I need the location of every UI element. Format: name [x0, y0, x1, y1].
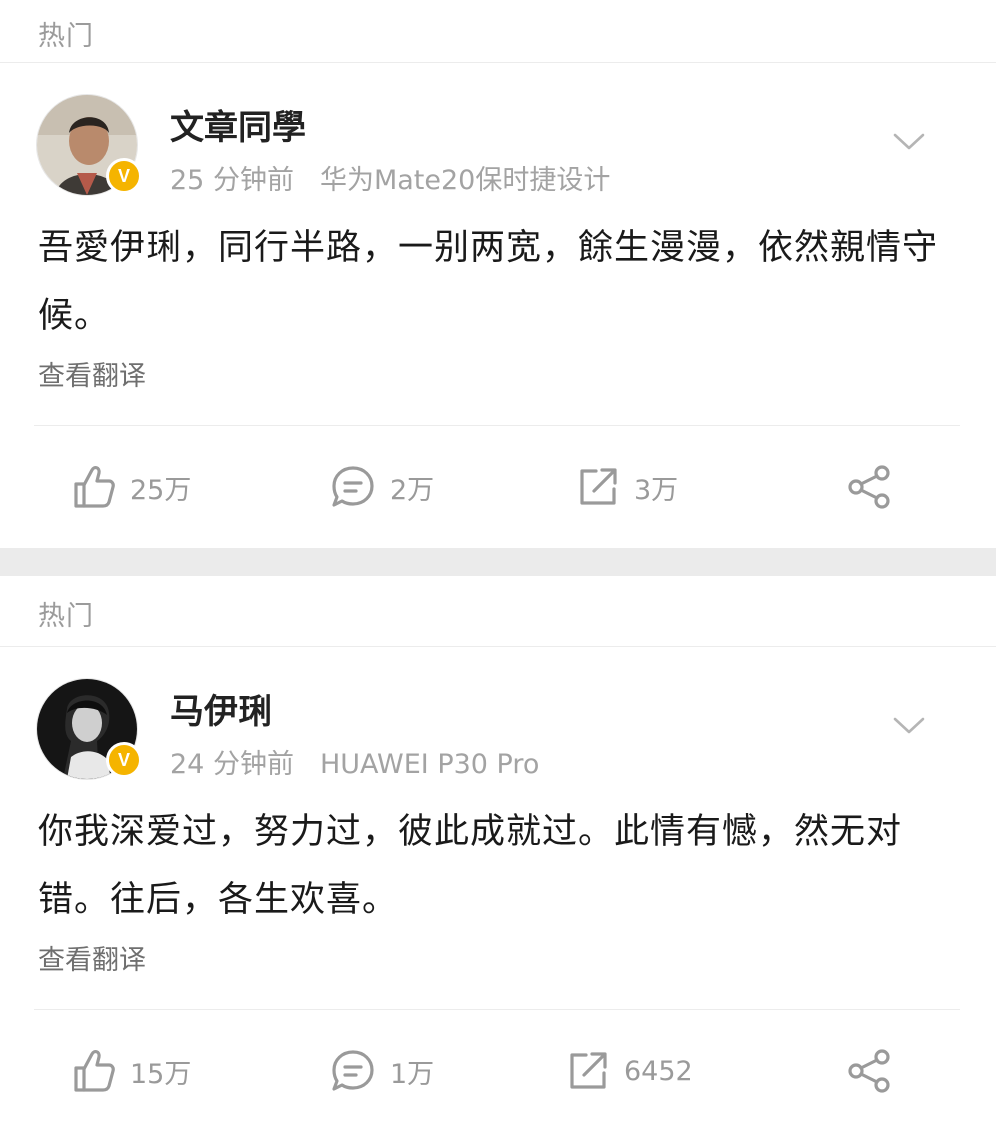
section-label-hot: 热门 — [38, 21, 94, 52]
comment-count: 2万 — [390, 474, 435, 506]
repost-icon — [570, 1052, 607, 1089]
post-device: 华为Mate20保时捷设计 — [319, 165, 611, 196]
weibo-feed: 热门 V 文章同學 25 分钟前 华为Mate20保时捷设计 吾愛伊琍，同行半路… — [0, 0, 996, 1137]
post-device: HUAWEI P30 Pro — [319, 749, 540, 780]
share-button[interactable] — [846, 462, 894, 512]
section-label-hot: 热门 — [38, 601, 94, 632]
like-button[interactable]: 25万 — [72, 462, 191, 512]
like-count: 15万 — [130, 1058, 192, 1090]
share-icon — [848, 1049, 890, 1093]
share-icon — [848, 465, 890, 509]
post-card: 热门 V 文章同學 25 分钟前 华为Mate20保时捷设计 吾愛伊琍，同行半路… — [0, 0, 996, 548]
post-text: 你我深爱过，努力过，彼此成就过。此情有憾，然无对错。往后，各生欢喜。 — [38, 812, 903, 920]
more-options-button[interactable] — [888, 710, 930, 742]
comment-icon — [332, 1050, 374, 1091]
chevron-down-icon — [893, 133, 925, 150]
repost-count: 6452 — [624, 1055, 693, 1087]
thumbs-up-icon — [74, 1050, 115, 1092]
translate-link[interactable]: 查看翻译 — [38, 354, 146, 393]
repost-button[interactable]: 6452 — [566, 1046, 693, 1096]
divider — [34, 425, 960, 426]
divider — [0, 62, 996, 63]
more-options-button[interactable] — [888, 126, 930, 158]
repost-button[interactable]: 3万 — [576, 462, 678, 512]
post-time: 24 分钟前 — [170, 749, 294, 780]
username[interactable]: 马伊琍 — [170, 684, 272, 733]
repost-icon — [580, 468, 617, 505]
verified-badge-icon: V — [106, 742, 142, 778]
post-card: 热门 V 马伊琍 24 分钟前 HUAWEI P30 Pro 你我深爱过，努力过… — [0, 576, 996, 1137]
repost-count: 3万 — [634, 474, 679, 506]
like-button[interactable]: 15万 — [72, 1046, 191, 1096]
avatar[interactable]: V — [36, 94, 142, 196]
verified-badge-icon: V — [106, 158, 142, 194]
section-separator — [0, 548, 996, 576]
post-time: 25 分钟前 — [170, 165, 294, 196]
chevron-down-icon — [893, 717, 925, 734]
share-button[interactable] — [846, 1046, 894, 1096]
username[interactable]: 文章同學 — [170, 100, 306, 149]
comment-button[interactable]: 2万 — [330, 462, 434, 512]
translate-link[interactable]: 查看翻译 — [38, 938, 146, 977]
post-meta: 24 分钟前 HUAWEI P30 Pro — [170, 742, 539, 781]
like-count: 25万 — [130, 474, 192, 506]
comment-count: 1万 — [390, 1058, 435, 1090]
comment-button[interactable]: 1万 — [330, 1046, 434, 1096]
post-text: 吾愛伊琍，同行半路，一别两宽，餘生漫漫，依然親情守候。 — [38, 228, 939, 336]
thumbs-up-icon — [74, 466, 115, 508]
avatar[interactable]: V — [36, 678, 142, 780]
comment-icon — [332, 466, 374, 507]
divider — [0, 646, 996, 647]
divider — [34, 1009, 960, 1010]
post-meta: 25 分钟前 华为Mate20保时捷设计 — [170, 158, 610, 197]
